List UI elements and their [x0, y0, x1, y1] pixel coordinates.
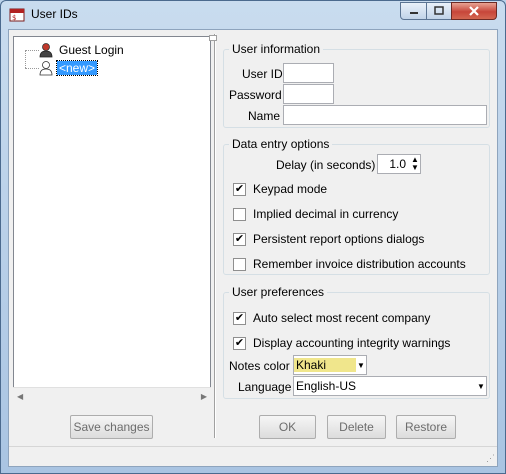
checkbox-box[interactable] — [233, 207, 246, 221]
notes-color-select[interactable]: Khaki ▼ — [293, 355, 367, 375]
delay-label: Delay (in seconds) — [276, 158, 376, 172]
minimize-icon — [409, 12, 418, 14]
checkbox-box[interactable]: ✔ — [233, 232, 246, 246]
checkbox-box[interactable]: ✔ — [233, 182, 246, 196]
restore-button[interactable]: Restore — [396, 415, 456, 439]
status-bar: ⋰ — [9, 446, 497, 466]
app-icon: $ — [9, 8, 25, 22]
user-id-field[interactable] — [283, 63, 334, 83]
name-field[interactable] — [283, 105, 487, 125]
checkbox-label: Implied decimal in currency — [253, 207, 399, 221]
window-title: User IDs — [31, 7, 78, 21]
maximize-button[interactable] — [426, 2, 452, 20]
maximize-icon — [434, 6, 444, 15]
tree-item-label: Guest Login — [59, 43, 124, 57]
persistent-report-checkbox[interactable]: ✔ Persistent report options dialogs — [233, 231, 424, 247]
spinner-arrows[interactable]: ▲ ▼ — [410, 155, 420, 173]
close-icon — [469, 6, 479, 16]
checkbox-label: Display accounting integrity warnings — [253, 336, 451, 350]
chevron-down-icon[interactable]: ▼ — [476, 382, 486, 391]
tree-item-guest-login[interactable]: Guest Login — [38, 42, 126, 58]
user-ids-window: $ User IDs Guest Login <new> ◀ ▶ Save ch… — [0, 0, 506, 474]
client-area: Guest Login <new> ◀ ▶ Save changes User … — [8, 29, 498, 467]
password-label: Password — [229, 88, 282, 102]
user-id-label: User ID — [242, 67, 283, 81]
new-user-icon — [39, 61, 53, 76]
save-changes-button[interactable]: Save changes — [70, 415, 153, 439]
language-label: Language — [238, 380, 292, 394]
auto-select-company-checkbox[interactable]: ✔ Auto select most recent company — [233, 310, 430, 326]
chevron-down-icon[interactable]: ▼ — [356, 361, 366, 370]
integrity-warnings-checkbox[interactable]: ✔ Display accounting integrity warnings — [233, 335, 450, 351]
checkbox-label: Remember invoice distribution accounts — [253, 257, 466, 271]
name-label: Name — [248, 109, 281, 123]
tree-item-new[interactable]: <new> — [38, 60, 99, 76]
checkbox-box[interactable] — [233, 257, 246, 271]
splitter-grip[interactable] — [209, 35, 217, 41]
tree-horizontal-scrollbar[interactable]: ◀ ▶ — [13, 387, 211, 404]
language-select[interactable]: English-US ▼ — [293, 376, 487, 396]
pane-splitter[interactable] — [214, 34, 216, 438]
svg-text:$: $ — [12, 14, 16, 22]
language-value: English-US — [296, 379, 357, 393]
scroll-left-icon[interactable]: ◀ — [17, 392, 23, 401]
group-title: User preferences — [232, 285, 325, 299]
tree-connector — [25, 50, 39, 51]
spin-down-icon[interactable]: ▼ — [411, 164, 419, 172]
checkbox-label: Keypad mode — [253, 182, 328, 196]
tree-connector — [25, 50, 26, 68]
checkbox-label: Auto select most recent company — [253, 311, 431, 325]
group-title: Data entry options — [232, 137, 330, 151]
ok-button[interactable]: OK — [259, 415, 316, 439]
user-tree[interactable]: Guest Login <new> — [13, 36, 211, 398]
resize-grip-icon[interactable]: ⋰ — [486, 453, 495, 464]
password-field[interactable] — [283, 84, 334, 104]
notes-color-value: Khaki — [294, 358, 356, 372]
minimize-button[interactable] — [400, 2, 427, 20]
user-icon — [39, 43, 53, 58]
delay-spinner[interactable]: 1.0 ▲ ▼ — [377, 154, 421, 174]
title-bar[interactable]: $ User IDs — [1, 1, 505, 28]
tree-item-label: <new> — [55, 60, 99, 76]
checkbox-box[interactable]: ✔ — [233, 336, 246, 350]
keypad-mode-checkbox[interactable]: ✔ Keypad mode — [233, 181, 327, 197]
delete-button[interactable]: Delete — [327, 415, 386, 439]
notes-color-label: Notes color — [229, 359, 290, 373]
scroll-right-icon[interactable]: ▶ — [201, 392, 207, 401]
tree-connector — [25, 68, 39, 69]
delay-value: 1.0 — [389, 157, 406, 171]
implied-decimal-checkbox[interactable]: Implied decimal in currency — [233, 206, 398, 222]
remember-invoice-checkbox[interactable]: Remember invoice distribution accounts — [233, 256, 466, 272]
close-button[interactable] — [451, 2, 497, 20]
group-title: User information — [232, 42, 321, 56]
checkbox-box[interactable]: ✔ — [233, 311, 246, 325]
checkbox-label: Persistent report options dialogs — [253, 232, 425, 246]
